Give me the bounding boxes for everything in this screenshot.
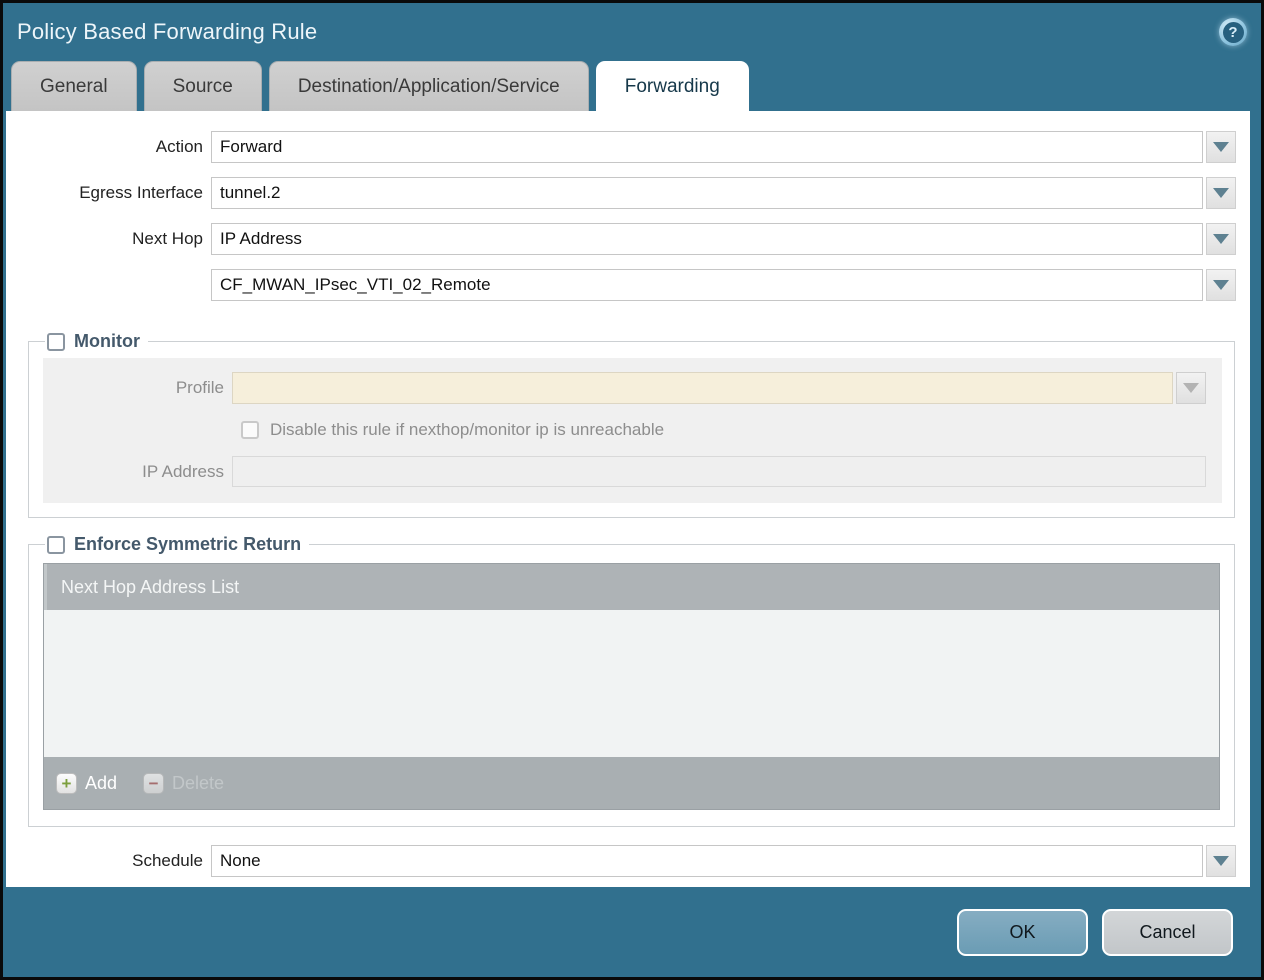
disable-rule-checkbox xyxy=(241,421,259,439)
profile-dropdown-button xyxy=(1176,372,1206,404)
dialog-footer: OK Cancel xyxy=(3,887,1261,977)
next-hop-type-value[interactable]: IP Address xyxy=(211,223,1203,255)
tab-general[interactable]: General xyxy=(11,61,137,111)
forwarding-tab-panel: Action Forward Egress Interface tunnel.2… xyxy=(6,111,1250,887)
pbf-rule-dialog: Policy Based Forwarding Rule ? General S… xyxy=(0,0,1264,980)
help-icon[interactable]: ? xyxy=(1219,18,1247,46)
next-hop-address-dropdown-button[interactable] xyxy=(1206,269,1236,301)
action-combobox: Forward xyxy=(211,131,1236,163)
schedule-row: Schedule None xyxy=(6,845,1236,877)
cancel-button[interactable]: Cancel xyxy=(1102,909,1233,956)
profile-label: Profile xyxy=(43,378,232,398)
chevron-down-icon xyxy=(1183,383,1199,393)
add-button-label: Add xyxy=(85,773,117,794)
delete-button-label: Delete xyxy=(172,773,224,794)
dialog-titlebar: Policy Based Forwarding Rule ? xyxy=(3,3,1261,61)
profile-value xyxy=(232,372,1173,404)
monitor-section: Monitor Profile Disable this rule if nex… xyxy=(28,331,1235,518)
next-hop-address-list-body[interactable] xyxy=(44,610,1219,757)
action-dropdown-button[interactable] xyxy=(1206,131,1236,163)
profile-combobox xyxy=(232,372,1206,404)
schedule-label: Schedule xyxy=(6,851,211,871)
delete-minus-icon: − xyxy=(143,773,164,794)
action-row: Action Forward xyxy=(6,131,1236,163)
monitor-ip-address-label: IP Address xyxy=(43,462,232,482)
enforce-symmetric-return-legend: Enforce Symmetric Return xyxy=(45,534,309,555)
help-question-glyph: ? xyxy=(1223,22,1244,43)
next-hop-address-value[interactable]: CF_MWAN_IPsec_VTI_02_Remote xyxy=(211,269,1203,301)
monitor-ip-address-input xyxy=(232,456,1206,487)
chevron-down-icon xyxy=(1213,142,1229,152)
action-value[interactable]: Forward xyxy=(211,131,1203,163)
disable-rule-label: Disable this rule if nexthop/monitor ip … xyxy=(270,420,664,440)
spacer xyxy=(6,315,1250,331)
tab-bar: General Source Destination/Application/S… xyxy=(3,61,1261,111)
schedule-combobox: None xyxy=(211,845,1236,877)
monitor-legend: Monitor xyxy=(45,331,148,352)
egress-interface-combobox: tunnel.2 xyxy=(211,177,1236,209)
profile-row: Profile xyxy=(43,372,1208,404)
chevron-down-icon xyxy=(1213,280,1229,290)
tab-forwarding[interactable]: Forwarding xyxy=(596,61,749,111)
next-hop-address-combobox: CF_MWAN_IPsec_VTI_02_Remote xyxy=(211,269,1236,301)
egress-interface-label: Egress Interface xyxy=(6,183,211,203)
next-hop-address-list-header[interactable]: Next Hop Address List xyxy=(44,564,1219,610)
add-plus-icon: + xyxy=(56,773,77,794)
schedule-dropdown-button[interactable] xyxy=(1206,845,1236,877)
tab-destination-application-service[interactable]: Destination/Application/Service xyxy=(269,61,589,111)
monitor-disabled-panel: Profile Disable this rule if nexthop/mon… xyxy=(43,358,1222,503)
next-hop-type-combobox: IP Address xyxy=(211,223,1236,255)
chevron-down-icon xyxy=(1213,234,1229,244)
monitor-ip-address-row: IP Address xyxy=(43,456,1206,487)
disable-rule-row: Disable this rule if nexthop/monitor ip … xyxy=(241,420,1222,440)
tab-source[interactable]: Source xyxy=(144,61,262,111)
enforce-symmetric-return-section: Enforce Symmetric Return Next Hop Addres… xyxy=(28,534,1235,827)
ok-button[interactable]: OK xyxy=(957,909,1088,956)
monitor-checkbox[interactable] xyxy=(47,333,65,351)
monitor-legend-label: Monitor xyxy=(74,331,140,352)
egress-interface-row: Egress Interface tunnel.2 xyxy=(6,177,1236,209)
delete-button[interactable]: − Delete xyxy=(143,773,224,794)
action-label: Action xyxy=(6,137,211,157)
next-hop-label: Next Hop xyxy=(6,229,211,249)
next-hop-type-dropdown-button[interactable] xyxy=(1206,223,1236,255)
schedule-value[interactable]: None xyxy=(211,845,1203,877)
chevron-down-icon xyxy=(1213,856,1229,866)
next-hop-row: Next Hop IP Address xyxy=(6,223,1236,255)
next-hop-address-row: CF_MWAN_IPsec_VTI_02_Remote xyxy=(6,269,1236,301)
spacer xyxy=(6,518,1250,534)
egress-interface-value[interactable]: tunnel.2 xyxy=(211,177,1203,209)
chevron-down-icon xyxy=(1213,188,1229,198)
next-hop-address-list-toolbar: + Add − Delete xyxy=(44,757,1219,809)
enforce-symmetric-return-checkbox[interactable] xyxy=(47,536,65,554)
add-button[interactable]: + Add xyxy=(56,773,117,794)
egress-interface-dropdown-button[interactable] xyxy=(1206,177,1236,209)
next-hop-address-list-table: Next Hop Address List + Add − Delete xyxy=(43,563,1220,810)
enforce-symmetric-return-legend-label: Enforce Symmetric Return xyxy=(74,534,301,555)
dialog-title: Policy Based Forwarding Rule xyxy=(17,19,317,45)
